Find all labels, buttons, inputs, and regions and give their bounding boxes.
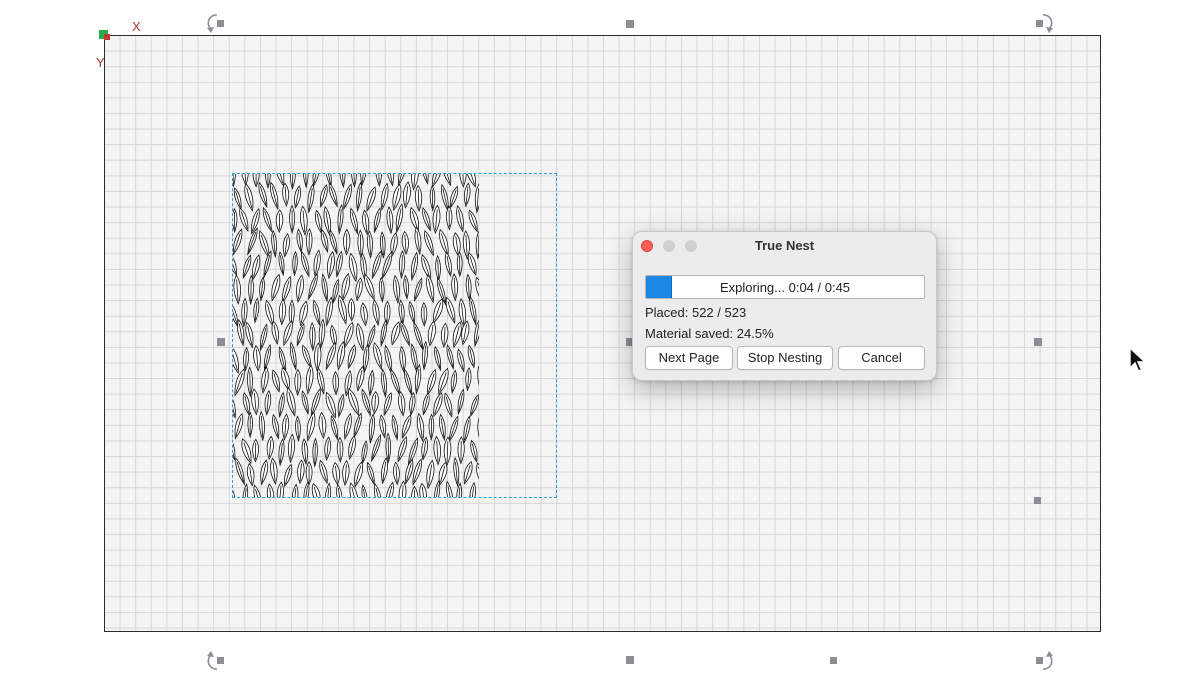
y-axis-label: Y: [96, 55, 105, 70]
progress-status-text: Exploring... 0:04 / 0:45: [719, 280, 851, 295]
resize-handle-right[interactable]: [1034, 338, 1042, 346]
x-axis-label: X: [132, 19, 141, 34]
nesting-progress-bar: Exploring... 0:04 / 0:45: [645, 275, 925, 299]
dialog-titlebar[interactable]: True Nest: [633, 232, 936, 260]
rotate-icon[interactable]: [1033, 12, 1055, 34]
resize-handle-left[interactable]: [217, 338, 225, 346]
resize-handle-bottom[interactable]: [626, 656, 634, 664]
next-page-button[interactable]: Next Page: [645, 346, 733, 370]
rotate-icon[interactable]: [205, 12, 227, 34]
rotate-icon[interactable]: [1033, 650, 1055, 672]
dialog-title: True Nest: [754, 238, 815, 253]
origin-marker-icon: [99, 30, 112, 42]
skew-handle[interactable]: [1034, 497, 1041, 504]
mouse-pointer-icon: [1129, 346, 1147, 372]
stop-nesting-button[interactable]: Stop Nesting: [737, 346, 833, 370]
placed-count: Placed: 522 / 523: [645, 305, 747, 320]
cancel-button[interactable]: Cancel: [838, 346, 925, 370]
selection-box[interactable]: [232, 173, 557, 498]
rotate-icon[interactable]: [205, 650, 227, 672]
resize-handle-top[interactable]: [626, 20, 634, 28]
skew-handle-bottom[interactable]: [830, 657, 837, 664]
material-saved: Material saved: 24.5%: [645, 326, 774, 341]
true-nest-dialog: True Nest Exploring... 0:04 / 0:45 Place…: [632, 231, 937, 381]
